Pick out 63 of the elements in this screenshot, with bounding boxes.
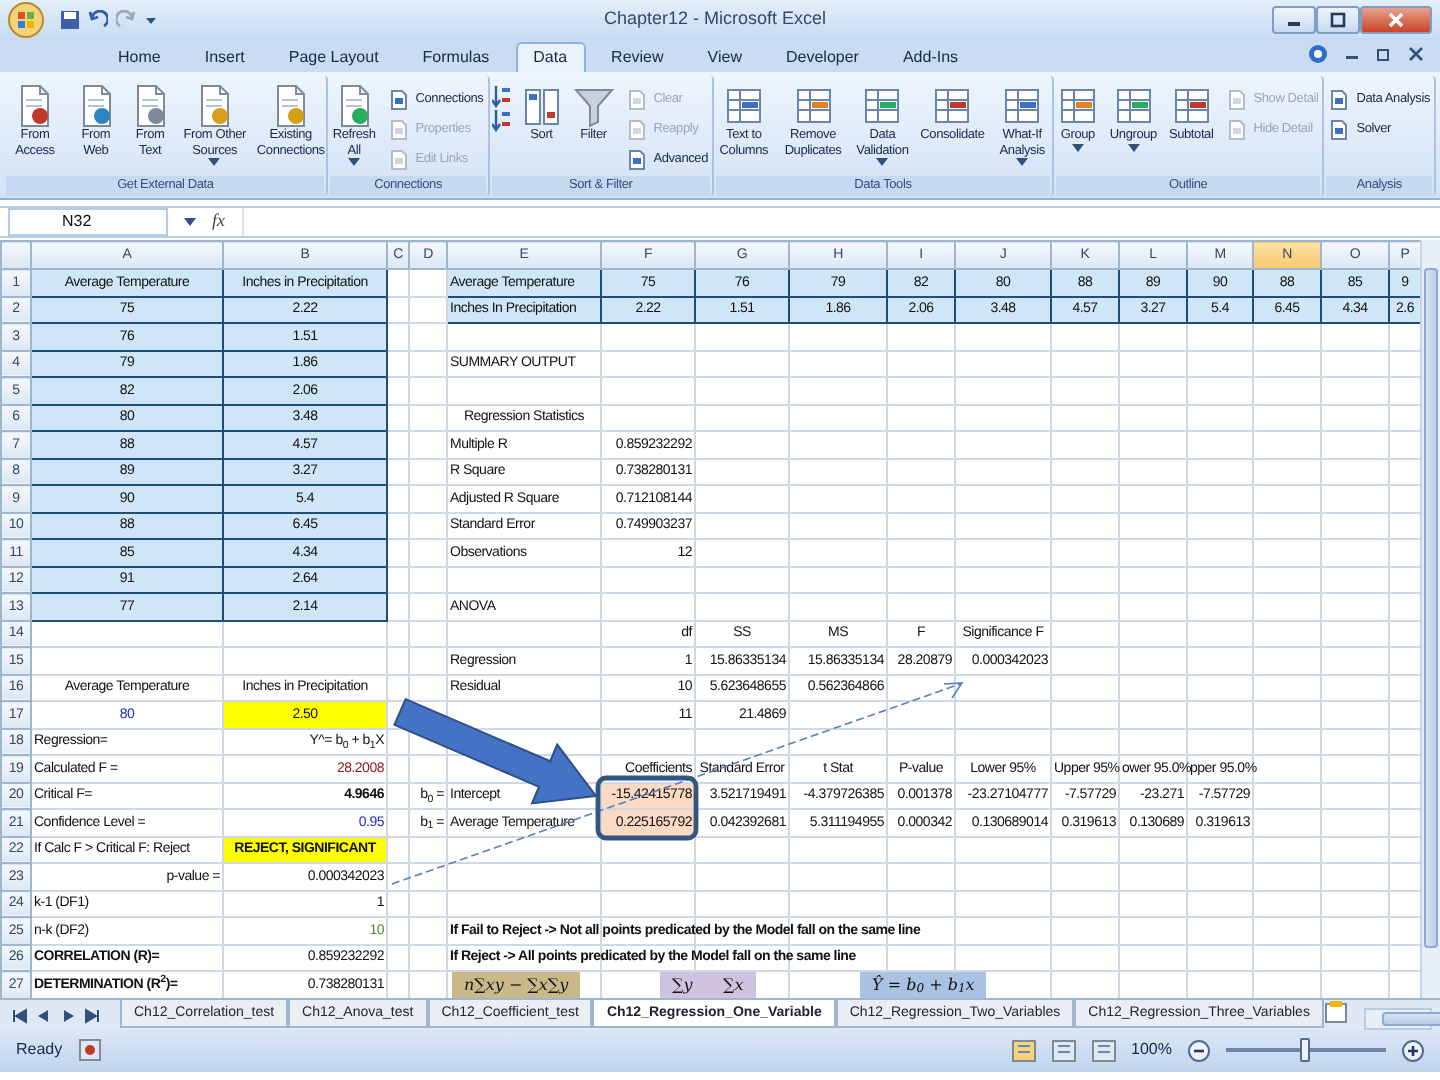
document-icon: [625, 119, 646, 139]
formula-image: Ŷ = b$_{0}$ + b$_{1}$x: [860, 971, 987, 997]
document-icon: [1225, 119, 1246, 139]
funnel-icon: [573, 84, 614, 128]
last-sheet-button[interactable]: [80, 1007, 104, 1023]
table-icon: [1171, 84, 1212, 128]
highlight-frame: [595, 775, 699, 841]
ribbon-tab[interactable]: View: [689, 42, 760, 72]
first-sheet-button[interactable]: [8, 1007, 32, 1023]
status-text: Ready: [16, 1038, 63, 1063]
name-box[interactable]: N32: [8, 208, 168, 236]
formula-image: n∑xy − ∑x∑y: [452, 971, 581, 997]
save-icon[interactable]: [60, 10, 80, 30]
minimize-button[interactable]: [1272, 6, 1316, 34]
page-break-view-button[interactable]: [1091, 1039, 1116, 1062]
vertical-scrollbar[interactable]: [1420, 240, 1440, 997]
close-icon: [1384, 10, 1408, 30]
table-icon: [1002, 84, 1043, 128]
document-icon: [1328, 119, 1349, 139]
macro-record-icon[interactable]: [78, 1038, 103, 1063]
ribbon-tab[interactable]: Add-Ins: [884, 42, 977, 72]
close-button[interactable]: [1360, 6, 1432, 34]
ribbon-tab[interactable]: Review: [593, 42, 682, 72]
help-icon[interactable]: [1308, 44, 1328, 64]
zoom-level[interactable]: 100%: [1131, 1038, 1172, 1063]
undo-icon[interactable]: [88, 10, 108, 30]
close-icon[interactable]: [1408, 46, 1424, 62]
ribbon-tab[interactable]: Page Layout: [270, 42, 397, 72]
document-icon: [625, 89, 646, 109]
page-layout-view-button[interactable]: [1051, 1039, 1076, 1062]
ribbon-tab[interactable]: Formulas: [404, 42, 508, 72]
table-icon: [793, 84, 833, 128]
formula-image: ∑y ∑x: [660, 971, 756, 997]
document-icon: [625, 149, 646, 169]
window-title: Chapter12 - Microsoft Excel: [601, 6, 829, 33]
table-icon: [723, 84, 764, 128]
ribbon-tab[interactable]: Developer: [767, 42, 877, 72]
sort-icon[interactable]: [491, 108, 512, 132]
maximize-icon: [1326, 10, 1350, 30]
table-icon: [1057, 84, 1098, 128]
function-button[interactable]: fx: [212, 208, 225, 236]
caret-icon[interactable]: [184, 218, 196, 226]
document-icon: [1225, 89, 1246, 109]
table-icon: [862, 84, 903, 128]
document-icon: [387, 149, 408, 169]
sort-icon: [521, 84, 562, 128]
insert-sheet-icon[interactable]: [1323, 999, 1348, 1023]
document-icon: [1328, 89, 1349, 109]
zoom-out-button[interactable]: [1188, 1039, 1210, 1062]
slider-thumb[interactable]: [1300, 1038, 1310, 1063]
office-button[interactable]: [8, 2, 44, 38]
table-icon: [1113, 84, 1154, 128]
maximize-button[interactable]: [1316, 6, 1360, 34]
sort-icon[interactable]: [491, 84, 512, 108]
zoom-in-button[interactable]: [1402, 1039, 1424, 1062]
normal-view-button[interactable]: [1011, 1039, 1036, 1062]
ribbon-tab[interactable]: Data: [515, 42, 586, 72]
document-icon: [387, 119, 408, 139]
ribbon-tab[interactable]: Insert: [186, 42, 263, 72]
table-icon: [932, 84, 973, 128]
document-icon: [387, 89, 408, 109]
restore-icon[interactable]: [1376, 46, 1392, 62]
ribbon-tab[interactable]: Home: [100, 42, 179, 72]
